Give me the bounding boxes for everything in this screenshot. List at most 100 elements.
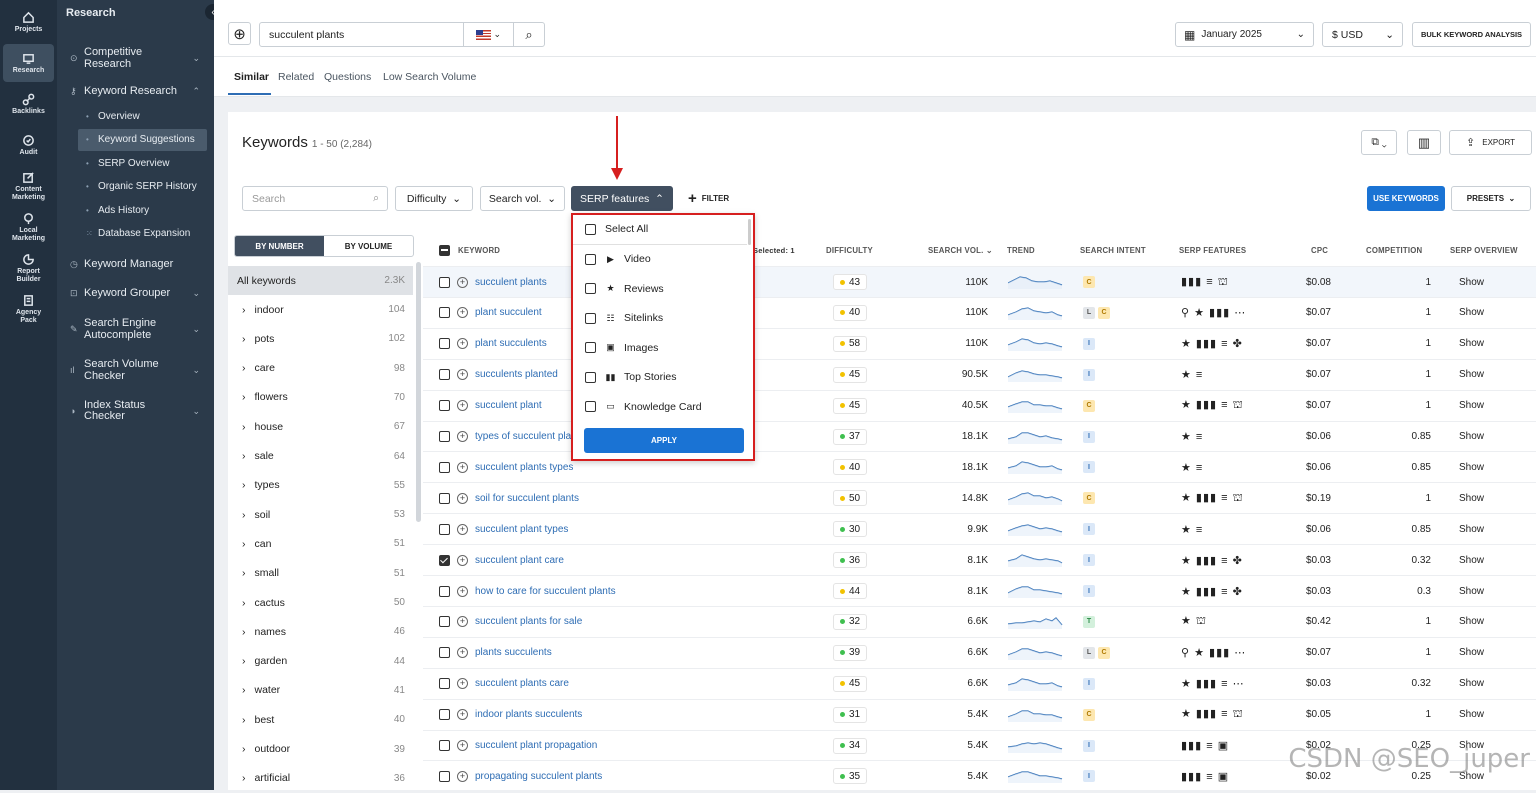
presets-button[interactable]: PRESETS ⌄ — [1451, 186, 1531, 211]
group-all-keywords[interactable]: All keywords 2.3K — [228, 266, 413, 295]
group-item-garden[interactable]: › garden 44 — [228, 647, 413, 676]
nav-volume-checker[interactable]: ıl Search Volume Checker ⌄ — [57, 357, 214, 383]
row-checkbox[interactable] — [439, 647, 450, 659]
row-checkbox[interactable] — [439, 554, 450, 566]
nav-keyword-research[interactable]: ⚷ Keyword Research ⌃ — [57, 84, 214, 98]
group-item-can[interactable]: › can 51 — [228, 529, 413, 558]
keyword-filter-search[interactable]: Search ⌕ — [242, 186, 388, 211]
apply-button[interactable]: APPLY — [584, 428, 744, 453]
serp-option-video[interactable]: ▶ Video — [573, 245, 753, 275]
currency-select[interactable]: $ USD ⌄ — [1322, 22, 1403, 47]
add-keyword-icon[interactable]: + — [457, 338, 468, 350]
row-checkbox[interactable] — [439, 338, 450, 350]
search-volume-filter[interactable]: Search vol. ⌄ — [480, 186, 565, 211]
nav-sub-keyword-suggestions[interactable]: • Keyword Suggestions — [78, 128, 207, 151]
row-checkbox[interactable] — [439, 523, 450, 535]
group-item-best[interactable]: › best 40 — [228, 705, 413, 734]
date-select[interactable]: ▦ January 2025 ⌄ — [1175, 22, 1314, 47]
keyword-link[interactable]: plants succulents — [475, 647, 552, 658]
dropdown-scrollbar[interactable] — [748, 219, 751, 245]
serp-features-filter[interactable]: SERP features ⌃ — [571, 186, 673, 211]
rail-projects[interactable]: Projects — [3, 3, 54, 41]
keyword-link[interactable]: how to care for succulent plants — [475, 586, 616, 597]
show-serp-link[interactable]: Show — [1459, 669, 1484, 699]
keyword-link[interactable]: succulents planted — [475, 369, 558, 380]
keyword-link[interactable]: types of succulent plants — [475, 431, 585, 442]
show-serp-link[interactable]: Show — [1459, 483, 1484, 513]
add-keyword-icon[interactable]: + — [457, 616, 468, 628]
nav-sub-serp-overview[interactable]: • SERP Overview — [78, 152, 207, 174]
rail-backlinks[interactable]: Backlinks — [3, 85, 54, 123]
rail-research[interactable]: Research — [3, 44, 54, 82]
rail-content-marketing[interactable]: Content Marketing — [3, 167, 54, 205]
row-checkbox[interactable] — [439, 307, 450, 319]
row-checkbox[interactable] — [439, 492, 450, 504]
row-checkbox[interactable] — [439, 709, 450, 721]
show-serp-link[interactable]: Show — [1459, 298, 1484, 328]
group-item-water[interactable]: › water 41 — [228, 676, 413, 705]
row-checkbox[interactable] — [439, 678, 450, 690]
serp-option-top-stories[interactable]: ▮▮ Top Stories — [573, 363, 753, 393]
add-keyword-icon[interactable]: + — [457, 523, 468, 535]
country-select[interactable]: ⌄ — [463, 23, 513, 46]
keyword-link[interactable]: succulent plant propagation — [475, 740, 597, 751]
search-volume-header[interactable]: SEARCH VOL. ⌄ — [928, 234, 993, 266]
group-item-artificial[interactable]: › artificial 36 — [228, 764, 413, 793]
add-keyword-icon[interactable]: + — [457, 431, 468, 442]
columns-button[interactable]: ▥ — [1407, 130, 1441, 155]
add-filter-button[interactable]: + FILTER — [688, 190, 729, 207]
nav-sub-overview[interactable]: • Overview — [78, 105, 207, 127]
cpc-header[interactable]: CPC — [1311, 234, 1328, 266]
option-checkbox[interactable] — [585, 312, 596, 324]
keyword-link[interactable]: succulent plants care — [475, 678, 569, 689]
row-checkbox[interactable] — [439, 400, 450, 412]
tab-similar[interactable]: Similar — [234, 71, 269, 83]
nav-keyword-grouper[interactable]: ⊡ Keyword Grouper ⌄ — [57, 286, 214, 300]
row-checkbox[interactable] — [439, 276, 450, 288]
nav-sub-database-expansion[interactable]: ⁙ Database Expansion — [78, 223, 207, 245]
group-item-small[interactable]: › small 51 — [228, 559, 413, 588]
option-checkbox[interactable] — [585, 223, 596, 235]
serp-option-select-all[interactable]: Select All — [573, 215, 747, 245]
group-item-pots[interactable]: › pots 102 — [228, 324, 413, 353]
keyword-header[interactable]: KEYWORD — [458, 234, 500, 266]
option-checkbox[interactable] — [585, 371, 596, 383]
show-serp-link[interactable]: Show — [1459, 607, 1484, 637]
export-button[interactable]: ⇪ EXPORT — [1449, 130, 1532, 155]
add-keyword-icon[interactable]: + — [457, 276, 468, 288]
rail-agency-pack[interactable]: Agency Pack — [3, 290, 54, 328]
keyword-link[interactable]: plant succulent — [475, 307, 542, 318]
keyword-link[interactable]: succulent plant care — [475, 555, 564, 566]
keyword-link[interactable]: succulent plant types — [475, 524, 568, 535]
add-keyword-icon[interactable]: + — [457, 740, 468, 751]
row-checkbox[interactable] — [439, 616, 450, 628]
nav-index-checker[interactable]: ◑ Index Status Checker ⌄ — [57, 398, 214, 424]
show-serp-link[interactable]: Show — [1459, 422, 1484, 452]
add-keyword-icon[interactable]: + — [457, 492, 468, 504]
show-serp-link[interactable]: Show — [1459, 576, 1484, 606]
option-checkbox[interactable] — [585, 401, 596, 413]
show-serp-link[interactable]: Show — [1459, 391, 1484, 421]
difficulty-header[interactable]: DIFFICULTY — [826, 234, 873, 266]
row-checkbox[interactable] — [439, 740, 450, 751]
show-serp-link[interactable]: Show — [1459, 700, 1484, 730]
group-item-house[interactable]: › house 67 — [228, 412, 413, 441]
rail-audit[interactable]: Audit — [3, 126, 54, 164]
keyword-link[interactable]: plant succulents — [475, 338, 547, 349]
nav-keyword-manager[interactable]: ◷ Keyword Manager — [57, 257, 214, 271]
add-button[interactable]: ⊕ — [228, 22, 251, 45]
show-serp-link[interactable]: Show — [1459, 638, 1484, 668]
add-keyword-icon[interactable]: + — [457, 678, 468, 690]
row-checkbox[interactable] — [439, 770, 450, 782]
group-item-cactus[interactable]: › cactus 50 — [228, 588, 413, 617]
show-serp-link[interactable]: Show — [1459, 545, 1484, 575]
group-item-care[interactable]: › care 98 — [228, 354, 413, 383]
nav-sub-ads-history[interactable]: • Ads History — [78, 199, 207, 221]
option-checkbox[interactable] — [585, 342, 596, 354]
competition-header[interactable]: COMPETITION — [1366, 234, 1422, 266]
show-serp-link[interactable]: Show — [1459, 452, 1484, 482]
tab-questions[interactable]: Questions — [324, 71, 371, 83]
add-keyword-icon[interactable]: + — [457, 369, 468, 381]
show-serp-link[interactable]: Show — [1459, 329, 1484, 359]
keyword-link[interactable]: succulent plants types — [475, 462, 573, 473]
